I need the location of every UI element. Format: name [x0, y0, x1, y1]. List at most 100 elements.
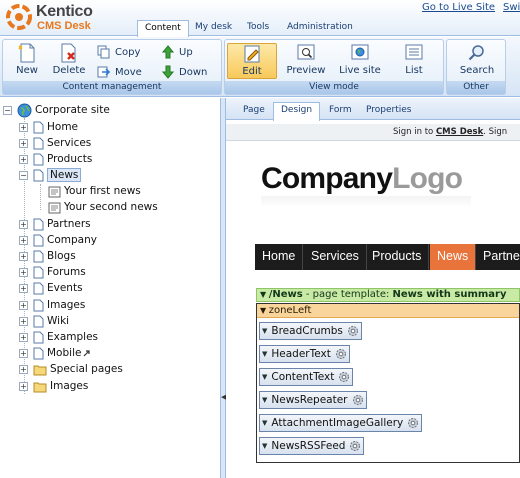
tab-design[interactable]: Design: [273, 102, 321, 121]
switch-link[interactable]: Swi: [503, 2, 520, 13]
gear-icon[interactable]: [349, 440, 361, 452]
live-site-button[interactable]: Live site: [335, 43, 385, 79]
up-label: Up: [179, 47, 193, 58]
expand-icon[interactable]: +: [19, 333, 28, 342]
tab-properties[interactable]: Properties: [359, 103, 418, 120]
site-navigation: Home Services Products News Partne: [255, 244, 520, 270]
edit-view-button[interactable]: Edit: [227, 43, 277, 79]
webpart-newsrssfeed[interactable]: ▼ NewsRSSFeed: [259, 437, 365, 455]
list-icon: [405, 44, 423, 60]
tree-node-images-folder[interactable]: + Images: [19, 379, 88, 395]
new-button[interactable]: New: [5, 43, 49, 79]
site-nav-news[interactable]: News: [430, 244, 477, 270]
webpart-menu-arrow-icon[interactable]: ▼: [262, 323, 267, 339]
expand-icon[interactable]: +: [19, 365, 28, 374]
brand-name: Kentico: [36, 3, 93, 20]
gear-icon[interactable]: [347, 325, 359, 337]
tab-my-desk[interactable]: My desk: [188, 20, 239, 36]
webpart-attachmentimagegallery[interactable]: ▼ AttachmentImageGallery: [259, 414, 423, 432]
page-icon: [33, 266, 44, 279]
move-label: Move: [115, 67, 142, 78]
tree-node-company[interactable]: + Company: [19, 233, 97, 249]
tab-form[interactable]: Form: [322, 103, 359, 120]
content-management-group: New Delete Copy Move Up Down Content man…: [2, 39, 222, 95]
zone-header[interactable]: ▼ zoneLeft: [257, 304, 519, 318]
tree-label: Corporate site: [35, 104, 110, 116]
globe-icon: [17, 103, 32, 118]
tree-node-your-first-news[interactable]: Your first news: [48, 184, 141, 200]
cms-desk-link[interactable]: CMS Desk: [436, 127, 483, 137]
tree-node-mobile[interactable]: + Mobile: [19, 346, 94, 362]
collapse-icon[interactable]: −: [3, 106, 12, 115]
tree-node-home[interactable]: + Home: [19, 120, 78, 136]
tree-node-special-pages[interactable]: + Special pages: [19, 362, 123, 378]
gear-icon[interactable]: [407, 417, 419, 429]
editor-tabs: Page Design Form Properties: [226, 98, 520, 121]
delete-button[interactable]: Delete: [47, 43, 91, 79]
webpart-breadcrumbs[interactable]: ▼ BreadCrumbs: [259, 322, 362, 340]
expand-icon[interactable]: +: [19, 284, 28, 293]
tab-administration[interactable]: Administration: [280, 20, 360, 36]
tab-tools[interactable]: Tools: [240, 20, 276, 36]
tree-node-wiki[interactable]: + Wiki: [19, 314, 69, 330]
expand-icon[interactable]: +: [19, 139, 28, 148]
gear-icon[interactable]: [335, 348, 347, 360]
tree-node-events[interactable]: + Events: [19, 281, 83, 297]
collapse-icon[interactable]: −: [19, 171, 28, 180]
expand-icon[interactable]: +: [19, 349, 28, 358]
tree-label: Images: [50, 380, 89, 392]
gear-icon[interactable]: [352, 394, 364, 406]
up-button[interactable]: Up: [161, 45, 193, 61]
webpart-menu-arrow-icon[interactable]: ▼: [262, 415, 267, 431]
expand-icon[interactable]: +: [19, 155, 28, 164]
tree-node-news[interactable]: − News: [19, 168, 82, 184]
tab-page[interactable]: Page: [236, 103, 272, 120]
expand-icon[interactable]: +: [19, 123, 28, 132]
move-button[interactable]: Move: [97, 65, 142, 81]
tree-node-products[interactable]: + Products: [19, 152, 92, 168]
tree-node-partners[interactable]: + Partners: [19, 217, 91, 233]
tab-content[interactable]: Content: [137, 20, 189, 37]
page-icon: [33, 315, 44, 328]
webpart-menu-arrow-icon[interactable]: ▼: [262, 438, 267, 454]
signin-bar: Sign in to CMS Desk. Sign: [226, 124, 520, 141]
page-icon: [33, 121, 44, 134]
expand-icon[interactable]: +: [19, 301, 28, 310]
webpart-menu-arrow-icon[interactable]: ▼: [262, 392, 267, 408]
webpart-menu-arrow-icon[interactable]: ▼: [262, 346, 267, 362]
tree-node-images[interactable]: + Images: [19, 298, 85, 314]
zone-container: ▼ zoneLeft ▼ BreadCrumbs ▼ HeaderText ▼ Con…: [256, 303, 520, 463]
signin-suffix: . Sign: [483, 127, 508, 137]
gear-icon[interactable]: [338, 371, 350, 383]
list-button[interactable]: List: [389, 43, 439, 79]
list-label: List: [405, 65, 423, 76]
expand-icon[interactable]: +: [19, 317, 28, 326]
expand-icon[interactable]: +: [19, 220, 28, 229]
tree-root-corporate-site[interactable]: − Corporate site: [3, 103, 110, 119]
expand-icon[interactable]: +: [19, 382, 28, 391]
page-icon: [33, 137, 44, 150]
site-nav-products[interactable]: Products: [365, 244, 430, 270]
webpart-newsrepeater[interactable]: ▼ NewsRepeater: [259, 391, 367, 409]
go-to-live-site-link[interactable]: Go to Live Site: [422, 2, 495, 13]
site-nav-home[interactable]: Home: [255, 244, 304, 270]
company-logo[interactable]: CompanyLogo: [261, 162, 463, 196]
copy-button[interactable]: Copy: [97, 45, 140, 61]
tree-node-blogs[interactable]: + Blogs: [19, 249, 76, 265]
webpart-menu-arrow-icon[interactable]: ▼: [262, 369, 267, 385]
webpart-contenttext[interactable]: ▼ ContentText: [259, 368, 354, 386]
down-button[interactable]: Down: [161, 65, 207, 81]
tree-node-forums[interactable]: + Forums: [19, 265, 86, 281]
webpart-headertext[interactable]: ▼ HeaderText: [259, 345, 350, 363]
search-button[interactable]: Search: [453, 43, 501, 79]
tree-node-services[interactable]: + Services: [19, 136, 91, 152]
site-nav-partners[interactable]: Partne: [476, 244, 520, 270]
expand-icon[interactable]: +: [19, 252, 28, 261]
site-nav-services[interactable]: Services: [304, 244, 367, 270]
tree-node-examples[interactable]: + Examples: [19, 330, 98, 346]
page-template-bar[interactable]: ▼ /News - page template: News with summa…: [256, 288, 520, 302]
preview-button[interactable]: Preview: [281, 43, 331, 79]
expand-icon[interactable]: +: [19, 268, 28, 277]
tree-node-your-second-news[interactable]: Your second news: [48, 200, 158, 216]
expand-icon[interactable]: +: [19, 236, 28, 245]
